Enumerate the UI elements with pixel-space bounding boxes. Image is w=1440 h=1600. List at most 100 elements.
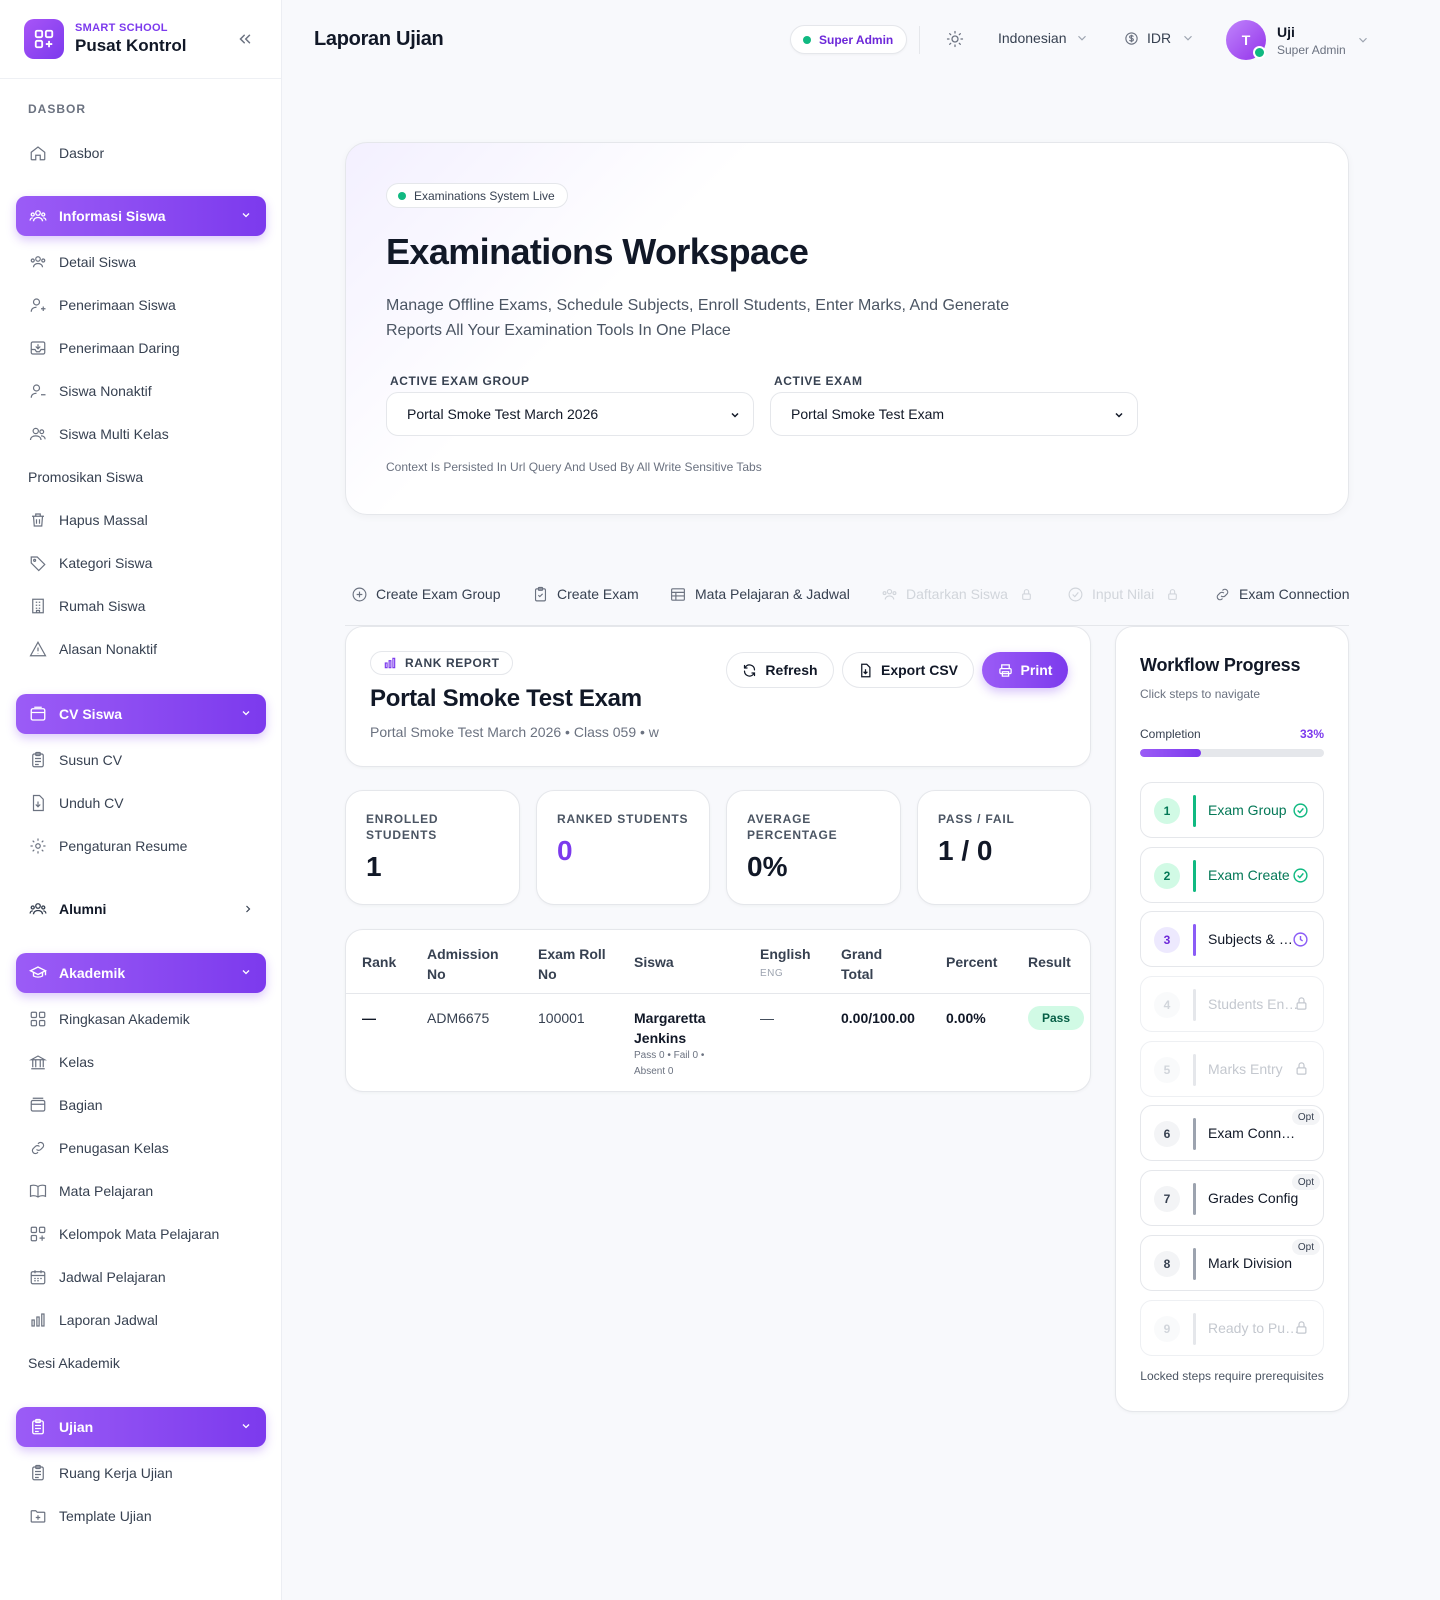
- language-select[interactable]: Indonesian: [998, 30, 1089, 46]
- tab-label: Daftarkan Siswa: [906, 586, 1008, 602]
- workflow-step-2[interactable]: 2 Exam Create: [1140, 847, 1324, 903]
- export-csv-button[interactable]: Export CSV: [842, 652, 974, 688]
- sidebar-item-label: Alumni: [59, 901, 107, 917]
- sidebar-item-siswa-nonaktif[interactable]: Siswa Nonaktif: [28, 377, 152, 405]
- workflow-step-6[interactable]: 6 Exam Connection Opt: [1140, 1105, 1324, 1161]
- workflow-step-1[interactable]: 1 Exam Group: [1140, 782, 1324, 838]
- sidebar-item-penerimaan-daring[interactable]: Penerimaan Daring: [28, 334, 180, 362]
- sidebar-item-label: Kelas: [59, 1054, 95, 1070]
- user-name[interactable]: Uji: [1277, 24, 1295, 40]
- sun-icon[interactable]: [946, 30, 964, 48]
- refresh-button[interactable]: Refresh: [726, 652, 834, 688]
- step-indicator-bar: [1193, 1313, 1196, 1345]
- sidebar-item-ringkasan-akademik[interactable]: Ringkasan Akademik: [28, 1005, 190, 1033]
- live-status-label: Examinations System Live: [414, 188, 555, 203]
- sidebar-item-siswa-multi-kelas[interactable]: Siswa Multi Kelas: [28, 420, 169, 448]
- step-indicator-bar: [1193, 860, 1196, 892]
- sidebar-item-alumni[interactable]: Alumni: [28, 895, 254, 923]
- step-label: Exam Connection: [1208, 1125, 1300, 1141]
- collapse-sidebar-icon[interactable]: [236, 30, 254, 48]
- nav-group-cv-siswa[interactable]: CV Siswa: [16, 694, 266, 734]
- column-header-result[interactable]: Result: [1028, 952, 1071, 972]
- workspace-hero: Examinations System Live Examinations Wo…: [345, 142, 1349, 515]
- tag-icon: [28, 553, 48, 573]
- chevron-down-icon[interactable]: [1356, 33, 1370, 47]
- print-button[interactable]: Print: [982, 652, 1068, 688]
- nav-group-ujian[interactable]: Ujian: [16, 1407, 266, 1447]
- tab-mata-pelajaran-jadwal[interactable]: Mata Pelajaran & Jadwal: [669, 584, 850, 604]
- sidebar-item-label: Alasan Nonaktif: [59, 641, 158, 657]
- cell-percent: 0.00%: [946, 1010, 986, 1026]
- sidebar-item-kelompok-mata-pelajaran[interactable]: Kelompok Mata Pelajaran: [28, 1220, 219, 1248]
- step-indicator-bar: [1193, 989, 1196, 1021]
- stat-label: AVERAGE PERCENTAGE: [747, 812, 838, 842]
- inbox-download-icon: [28, 338, 48, 358]
- refresh-label: Refresh: [765, 662, 818, 678]
- users-icon: [28, 206, 48, 226]
- sidebar-item-kelas[interactable]: Kelas: [28, 1048, 94, 1076]
- column-header-rank[interactable]: Rank: [362, 952, 396, 972]
- cell-roll: 100001: [538, 1010, 585, 1026]
- exam-group-select[interactable]: Portal Smoke Test March 2026: [386, 392, 754, 436]
- results-table: Rank Admission No Exam Roll No Siswa Eng…: [345, 929, 1091, 1092]
- column-header-roll[interactable]: Exam Roll No: [538, 944, 608, 984]
- step-number: 3: [1154, 927, 1180, 953]
- step-label: Students Enroll: [1208, 996, 1300, 1012]
- users-icon: [880, 585, 898, 603]
- workflow-progress-panel: Workflow Progress Click steps to navigat…: [1115, 626, 1349, 1412]
- tab-label: Create Exam Group: [376, 586, 501, 602]
- column-header-english[interactable]: English ENG: [760, 944, 811, 984]
- sidebar-item-label: Laporan Jadwal: [59, 1312, 158, 1328]
- sidebar-item-penugasan-kelas[interactable]: Penugasan Kelas: [28, 1134, 169, 1162]
- exam-group-label: ACTIVE EXAM GROUP: [390, 374, 530, 388]
- sidebar-item-alasan-nonaktif[interactable]: Alasan Nonaktif: [28, 635, 157, 663]
- step-indicator-bar: [1193, 1054, 1196, 1086]
- workflow-step-7[interactable]: 7 Grades Config Opt: [1140, 1170, 1324, 1226]
- tab-create-exam[interactable]: Create Exam: [531, 584, 639, 604]
- sidebar-item-pengaturan-resume[interactable]: Pengaturan Resume: [28, 832, 187, 860]
- file-download-icon: [28, 793, 48, 813]
- sidebar-item-kategori-siswa[interactable]: Kategori Siswa: [28, 549, 152, 577]
- column-header-admission[interactable]: Admission No: [427, 944, 507, 984]
- sidebar-item-promosikan-siswa[interactable]: Promosikan Siswa: [28, 463, 143, 491]
- sidebar-item-sesi-akademik[interactable]: Sesi Akademik: [28, 1349, 120, 1377]
- workflow-step-3[interactable]: 3 Subjects & Schedule: [1140, 911, 1324, 967]
- column-header-percent[interactable]: Percent: [946, 952, 997, 972]
- stat-value: 1: [366, 851, 382, 882]
- column-header-siswa[interactable]: Siswa: [634, 952, 674, 972]
- sidebar-item-label: Ruang Kerja Ujian: [59, 1465, 173, 1481]
- sidebar-item-template-ujian[interactable]: Template Ujian: [28, 1502, 152, 1530]
- step-number: 5: [1154, 1057, 1180, 1083]
- step-number: 8: [1154, 1251, 1180, 1277]
- tab-input-nilai: Input Nilai: [1066, 584, 1179, 604]
- optional-badge: Opt: [1291, 1174, 1320, 1190]
- workflow-step-8[interactable]: 8 Mark Division Opt: [1140, 1235, 1324, 1291]
- chevron-down-icon: [240, 209, 252, 221]
- sidebar-item-bagian[interactable]: Bagian: [28, 1091, 103, 1119]
- step-indicator-bar: [1193, 924, 1196, 956]
- sidebar-item-label: Mata Pelajaran: [59, 1183, 154, 1199]
- nav-group-akademik[interactable]: Akademik: [16, 953, 266, 993]
- tab-create-exam-group[interactable]: Create Exam Group: [350, 584, 501, 604]
- exam-select[interactable]: Portal Smoke Test Exam: [770, 392, 1138, 436]
- sidebar-item-hapus-massal[interactable]: Hapus Massal: [28, 506, 148, 534]
- nav-group-informasi-siswa[interactable]: Informasi Siswa: [16, 196, 266, 236]
- stat-value: 0: [557, 835, 573, 866]
- column-header-grand-total[interactable]: Grand Total: [841, 944, 901, 984]
- stat-card-average: AVERAGE PERCENTAGE 0%: [726, 790, 901, 905]
- sidebar-item-ruang-kerja-ujian[interactable]: Ruang Kerja Ujian: [28, 1459, 173, 1487]
- sidebar-item-penerimaan-siswa[interactable]: Penerimaan Siswa: [28, 291, 176, 319]
- sidebar-item-dasbor[interactable]: Dasbor: [28, 139, 104, 167]
- sidebar-item-detail-siswa[interactable]: Detail Siswa: [28, 248, 136, 276]
- currency-select[interactable]: IDR: [1124, 30, 1195, 46]
- sidebar-item-rumah-siswa[interactable]: Rumah Siswa: [28, 592, 145, 620]
- stat-card-enrolled: ENROLLED STUDENTS 1: [345, 790, 520, 905]
- step-number: 6: [1154, 1121, 1180, 1147]
- sidebar-item-susun-cv[interactable]: Susun CV: [28, 746, 122, 774]
- users-icon: [28, 899, 48, 919]
- sidebar-item-mata-pelajaran[interactable]: Mata Pelajaran: [28, 1177, 153, 1205]
- sidebar-item-laporan-jadwal[interactable]: Laporan Jadwal: [28, 1306, 158, 1334]
- sidebar-item-unduh-cv[interactable]: Unduh CV: [28, 789, 124, 817]
- sidebar-item-jadwal-pelajaran[interactable]: Jadwal Pelajaran: [28, 1263, 166, 1291]
- tab-exam-connection[interactable]: Exam Connection: [1213, 584, 1350, 604]
